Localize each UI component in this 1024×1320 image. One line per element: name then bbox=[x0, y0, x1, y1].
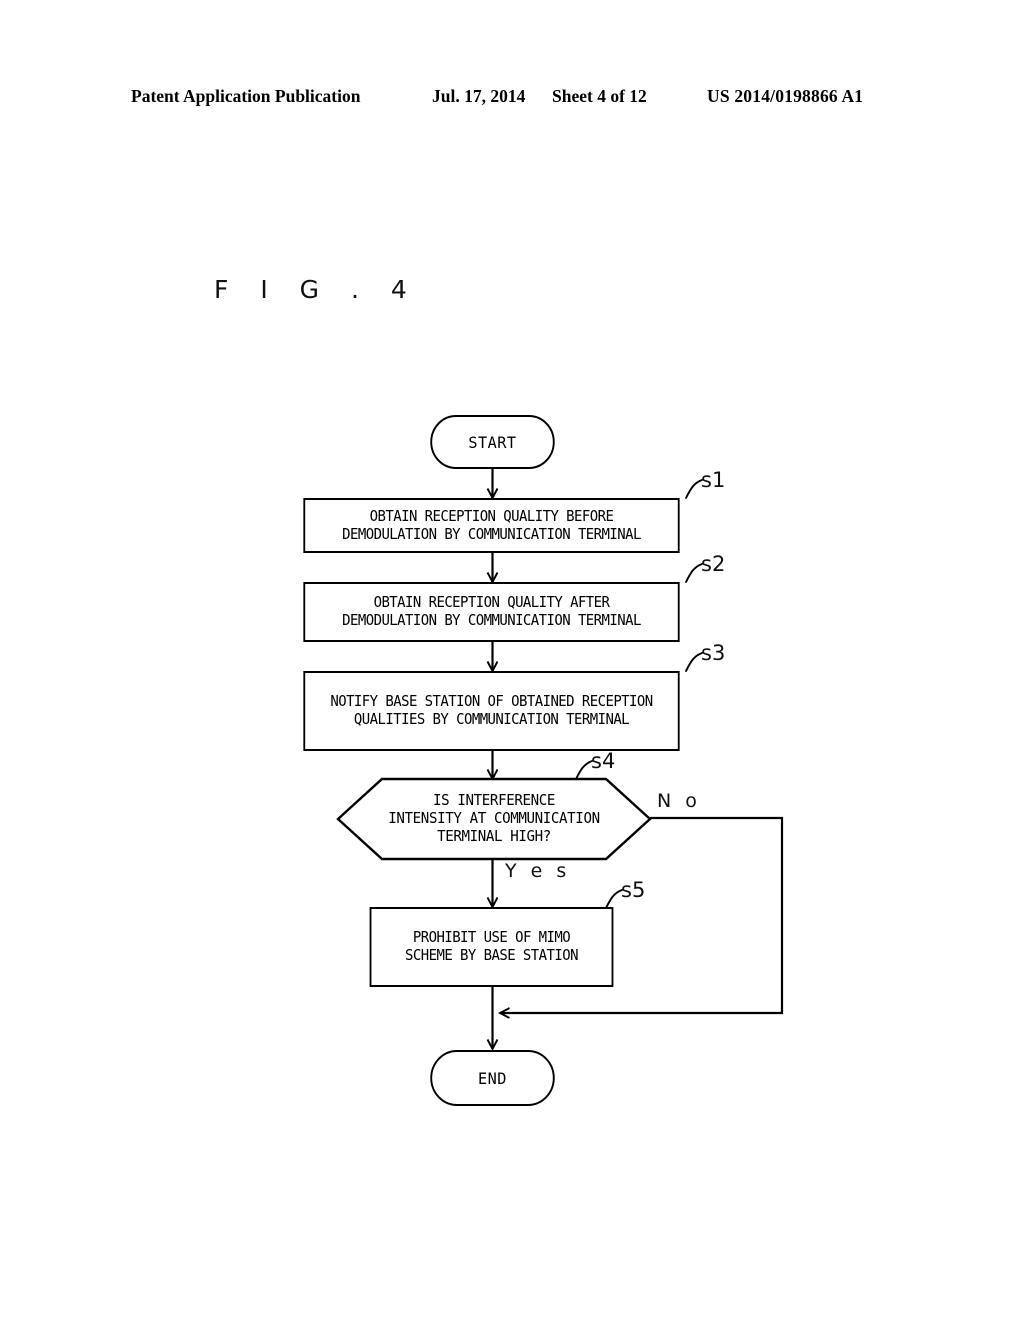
node-s5[interactable]: PROHIBIT USE OF MIMO SCHEME BY BASE STAT… bbox=[369, 907, 614, 987]
node-s3[interactable]: NOTIFY BASE STATION OF OBTAINED RECEPTIO… bbox=[303, 671, 680, 751]
node-s3-text: NOTIFY BASE STATION OF OBTAINED RECEPTIO… bbox=[330, 692, 653, 728]
node-s2[interactable]: OBTAIN RECEPTION QUALITY AFTER DEMODULAT… bbox=[303, 582, 680, 642]
flowchart-connectors bbox=[0, 469, 784, 1320]
step-label-s4: s4 bbox=[591, 749, 616, 773]
leader-s5 bbox=[605, 889, 623, 909]
leader-s3 bbox=[685, 652, 703, 672]
branch-label-yes: Y e s bbox=[505, 860, 571, 882]
node-s4[interactable]: IS INTERFERENCE INTENSITY AT COMMUNICATI… bbox=[336, 777, 652, 861]
step-label-s3: s3 bbox=[701, 641, 726, 665]
node-s1[interactable]: OBTAIN RECEPTION QUALITY BEFORE DEMODULA… bbox=[303, 498, 680, 553]
branch-label-no: N o bbox=[657, 790, 701, 812]
step-label-s5: s5 bbox=[621, 878, 646, 902]
node-s5-text: PROHIBIT USE OF MIMO SCHEME BY BASE STAT… bbox=[405, 928, 578, 964]
step-label-s2: s2 bbox=[701, 552, 726, 576]
step-label-s1: s1 bbox=[701, 468, 726, 492]
node-s1-text: OBTAIN RECEPTION QUALITY BEFORE DEMODULA… bbox=[342, 506, 641, 543]
leader-s1 bbox=[685, 479, 703, 499]
flowchart: START OBTAIN RECEPTION QUALITY BEFORE DE… bbox=[0, 0, 1024, 1320]
node-end-label: END bbox=[478, 1068, 507, 1088]
node-start[interactable]: START bbox=[430, 415, 555, 469]
leader-s2 bbox=[685, 563, 703, 583]
node-s4-text: IS INTERFERENCE INTENSITY AT COMMUNICATI… bbox=[388, 791, 600, 845]
node-end[interactable]: END bbox=[430, 1050, 555, 1106]
node-s2-text: OBTAIN RECEPTION QUALITY AFTER DEMODULAT… bbox=[342, 593, 641, 629]
node-start-label: START bbox=[468, 432, 517, 452]
